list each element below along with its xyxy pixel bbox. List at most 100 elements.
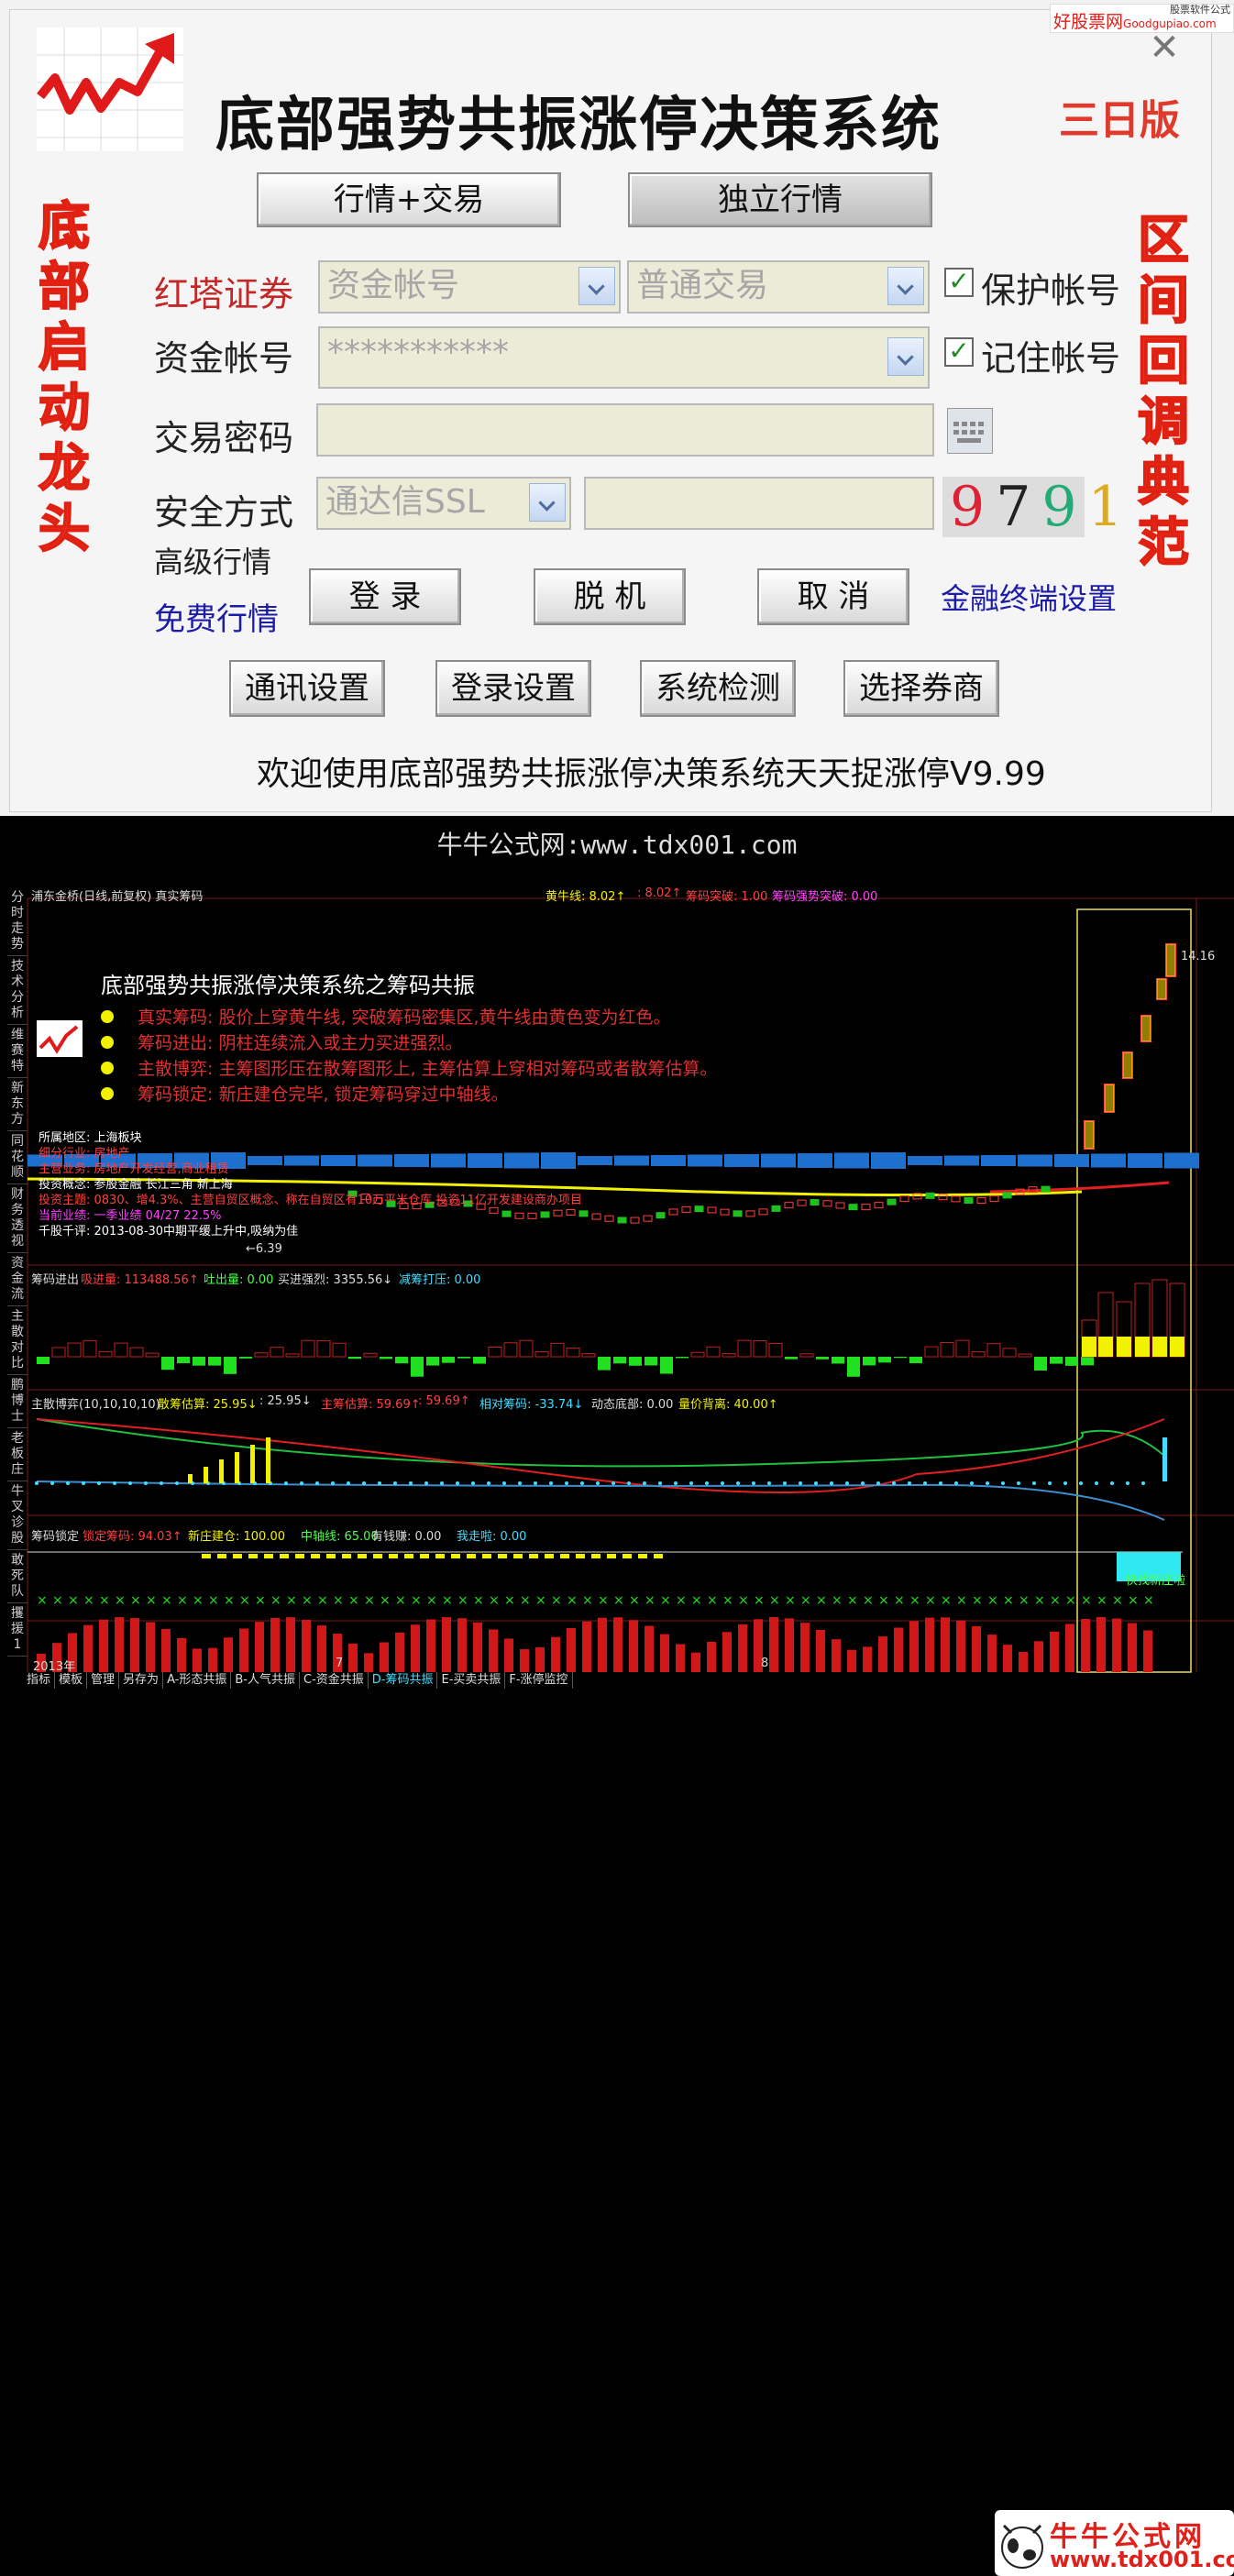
bottom-tab[interactable]: 指标 <box>23 1672 56 1689</box>
system-check-button[interactable]: 系统检测 <box>640 660 796 717</box>
side-tab[interactable]: 分时走势 <box>7 887 28 956</box>
panel3-d: : 59.69↑ <box>418 1394 470 1408</box>
side-tab[interactable]: 攫援1 <box>7 1603 28 1657</box>
dot <box>378 1481 381 1485</box>
login-button[interactable]: 登 录 <box>309 568 461 625</box>
yellow-mark <box>264 1554 273 1558</box>
dot <box>50 1481 54 1485</box>
chevron-down-icon[interactable] <box>887 337 924 376</box>
cross-mark: × <box>613 1593 624 1608</box>
login-dialog: 好股票网Goodgupiao.com 股票软件公式 ✕ 底部强势共振涨停决策系统… <box>0 0 1234 816</box>
tab-quote-trade[interactable]: 行情+交易 <box>257 172 561 227</box>
stock-info-block: 所属地区: 上海板块 细分行业: 房地产 主营业务: 房地产开发经营,商业租赁 … <box>39 1130 582 1239</box>
side-tab[interactable]: 技术分析 <box>7 956 28 1025</box>
select-broker-button[interactable]: 选择券商 <box>843 660 999 717</box>
side-tab[interactable]: 新东方 <box>7 1078 28 1131</box>
password-field[interactable] <box>316 403 934 457</box>
side-tab[interactable]: 主散对比 <box>7 1306 28 1375</box>
lock-bar <box>457 1618 467 1672</box>
security-select[interactable]: 通达信SSL <box>316 477 571 530</box>
cross-mark: × <box>878 1593 889 1608</box>
dot <box>705 1481 709 1485</box>
lock-bar <box>1128 1623 1137 1672</box>
desc-title: 底部强势共振涨停决策系统之筹码共振 <box>101 973 475 998</box>
tab-standalone-quote[interactable]: 独立行情 <box>628 172 932 227</box>
yellow-mark <box>607 1554 616 1558</box>
bottom-tab[interactable]: E-买卖共振 <box>437 1672 506 1689</box>
lock-bar <box>816 1629 825 1672</box>
cross-mark: × <box>1081 1593 1092 1608</box>
cross-mark: × <box>224 1593 235 1608</box>
bottom-tab[interactable]: A-形态共振 <box>163 1672 232 1689</box>
flow-bar <box>519 1339 534 1358</box>
x-label: 7 <box>336 1657 344 1670</box>
close-icon[interactable]: ✕ <box>1146 29 1183 67</box>
cross-mark: × <box>1003 1593 1014 1608</box>
side-tab[interactable]: 鹏博士 <box>7 1375 28 1428</box>
comm-settings-button[interactable]: 通讯设置 <box>229 660 385 717</box>
desc-row: 主散博弈: 主筹图形压在散筹图形上, 主筹估算上穿相对筹码或者散筹估算。 <box>101 1056 718 1082</box>
captcha-input[interactable] <box>584 477 934 530</box>
bottom-tab[interactable]: F-涨停监控 <box>505 1672 573 1689</box>
panel3-b: : 25.95↓ <box>259 1394 312 1408</box>
protect-account-checkbox[interactable]: ✓ <box>944 268 974 297</box>
chevron-down-icon[interactable] <box>887 267 924 305</box>
side-tab[interactable]: 敢死队 <box>7 1550 28 1603</box>
bottom-tab[interactable]: D-筹码共振 <box>369 1672 438 1689</box>
side-tab[interactable]: 维赛特 <box>7 1025 28 1078</box>
dot <box>721 1481 724 1485</box>
side-tab[interactable]: 财务透视 <box>7 1184 28 1253</box>
candle <box>591 1213 601 1220</box>
dot <box>534 1481 537 1485</box>
lock-bar <box>115 1617 124 1672</box>
chevron-down-icon[interactable] <box>578 267 615 305</box>
lock-bar <box>800 1623 810 1672</box>
bottom-tab[interactable]: 模板 <box>55 1672 88 1689</box>
side-tab[interactable]: 同花顺 <box>7 1131 28 1184</box>
cross-mark: × <box>395 1593 406 1608</box>
yellow-mark <box>451 1554 460 1558</box>
bottom-tab[interactable]: C-资金共振 <box>300 1672 369 1689</box>
login-settings-button[interactable]: 登录设置 <box>435 660 591 717</box>
dot <box>284 1481 288 1485</box>
side-tab[interactable]: 老板庄 <box>7 1428 28 1481</box>
bottom-tab[interactable]: 另存为 <box>119 1672 164 1689</box>
candle <box>694 1205 704 1213</box>
panel2-a: 吸进量: 113488.56↑ <box>81 1273 199 1287</box>
chevron-down-icon[interactable] <box>529 483 566 522</box>
account-type-select[interactable]: 资金帐号 <box>318 260 621 314</box>
dot <box>845 1481 849 1485</box>
captcha-image[interactable]: 9791 <box>942 477 1123 537</box>
flow-bar <box>254 1352 269 1358</box>
x-label: 8 <box>761 1657 769 1670</box>
account-field[interactable]: *********** <box>318 326 930 389</box>
side-tab[interactable]: 资金流 <box>7 1253 28 1306</box>
advanced-quote-label[interactable]: 高级行情 <box>154 539 271 581</box>
cross-mark: × <box>333 1593 344 1608</box>
lock-bar <box>426 1619 435 1672</box>
terminal-settings-link[interactable]: 金融终端设置 <box>941 576 1117 618</box>
flow-bar <box>1018 1353 1032 1358</box>
cross-mark: × <box>270 1593 281 1608</box>
offline-button[interactable]: 脱 机 <box>534 568 686 625</box>
lock-bar <box>489 1629 498 1672</box>
cross-mark: × <box>660 1593 671 1608</box>
dot <box>502 1481 506 1485</box>
flow-bar <box>816 1357 829 1360</box>
keyboard-icon[interactable] <box>947 408 993 454</box>
flow-bar <box>457 1357 470 1359</box>
bottom-tab[interactable]: 管理 <box>87 1672 120 1689</box>
cancel-button[interactable]: 取 消 <box>757 568 909 625</box>
lock-bar <box>707 1641 716 1672</box>
remember-account-checkbox[interactable]: ✓ <box>944 337 974 367</box>
free-quote-link[interactable]: 免费行情 <box>154 594 279 639</box>
candle <box>797 1199 807 1206</box>
cross-mark: × <box>738 1593 749 1608</box>
trade-type-select[interactable]: 普通交易 <box>627 260 930 314</box>
bottom-tab[interactable]: B-人气共振 <box>231 1672 300 1689</box>
side-tab[interactable]: 牛叉诊股 <box>7 1481 28 1550</box>
price-low-label: ←6.39 <box>246 1242 282 1256</box>
dot <box>1126 1481 1129 1485</box>
candle <box>643 1215 653 1222</box>
side-tabs: 分时走势 技术分析 维赛特 新东方 同花顺 财务透视 资金流 主散对比 鹏博士 … <box>7 887 28 1657</box>
